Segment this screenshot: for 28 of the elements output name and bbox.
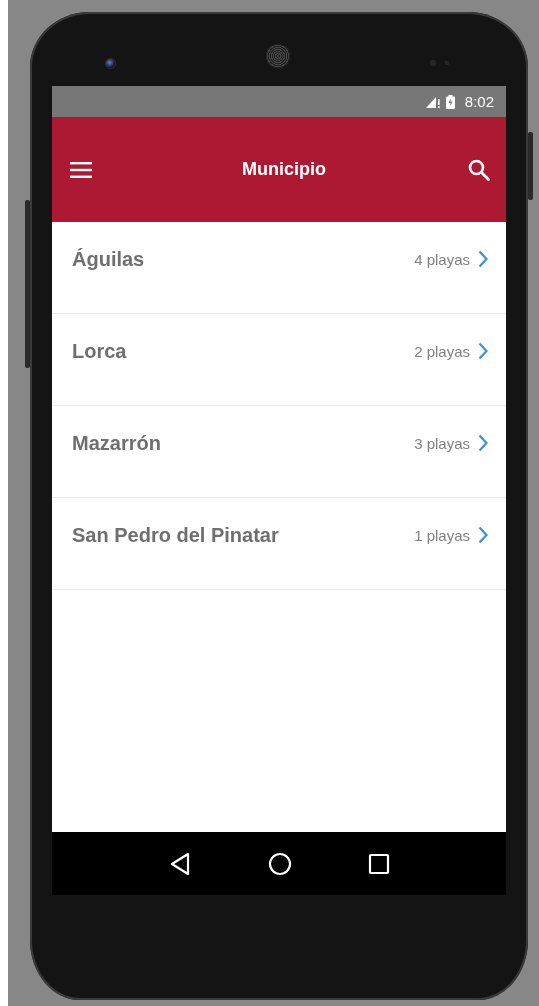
signal-icon: [425, 95, 440, 108]
municipality-row[interactable]: Águilas 4 playas: [52, 222, 506, 314]
municipality-name: Mazarrón: [72, 432, 162, 455]
chevron-right-icon: [478, 434, 488, 452]
municipality-name: San Pedro del Pinatar: [72, 524, 280, 547]
municipality-row[interactable]: San Pedro del Pinatar 1 playas: [52, 498, 506, 590]
app-bar-title: Municipio: [242, 159, 326, 180]
status-time: 8:02: [464, 93, 494, 110]
municipality-name: Lorca: [72, 340, 128, 363]
municipality-row[interactable]: Mazarrón 3 playas: [52, 406, 506, 498]
home-icon[interactable]: [268, 851, 292, 876]
beach-count: 1 playas: [414, 527, 470, 544]
menu-button[interactable]: [68, 159, 94, 180]
chevron-right-icon: [478, 342, 488, 360]
search-icon: [468, 158, 490, 181]
beach-count: 4 playas: [414, 251, 470, 268]
menu-icon: [70, 161, 92, 178]
speaker-grille: [266, 44, 290, 68]
beach-count: 3 playas: [414, 435, 470, 452]
battery-icon: [445, 94, 455, 109]
municipality-name: Águilas: [72, 248, 146, 271]
recents-icon[interactable]: [368, 852, 390, 875]
chevron-right-icon: [478, 526, 488, 544]
chevron-right-icon: [478, 250, 488, 268]
municipality-row[interactable]: Lorca 2 playas: [52, 314, 506, 406]
back-icon[interactable]: [168, 851, 192, 876]
camera-lens: [105, 58, 116, 69]
beach-count: 2 playas: [414, 343, 470, 360]
